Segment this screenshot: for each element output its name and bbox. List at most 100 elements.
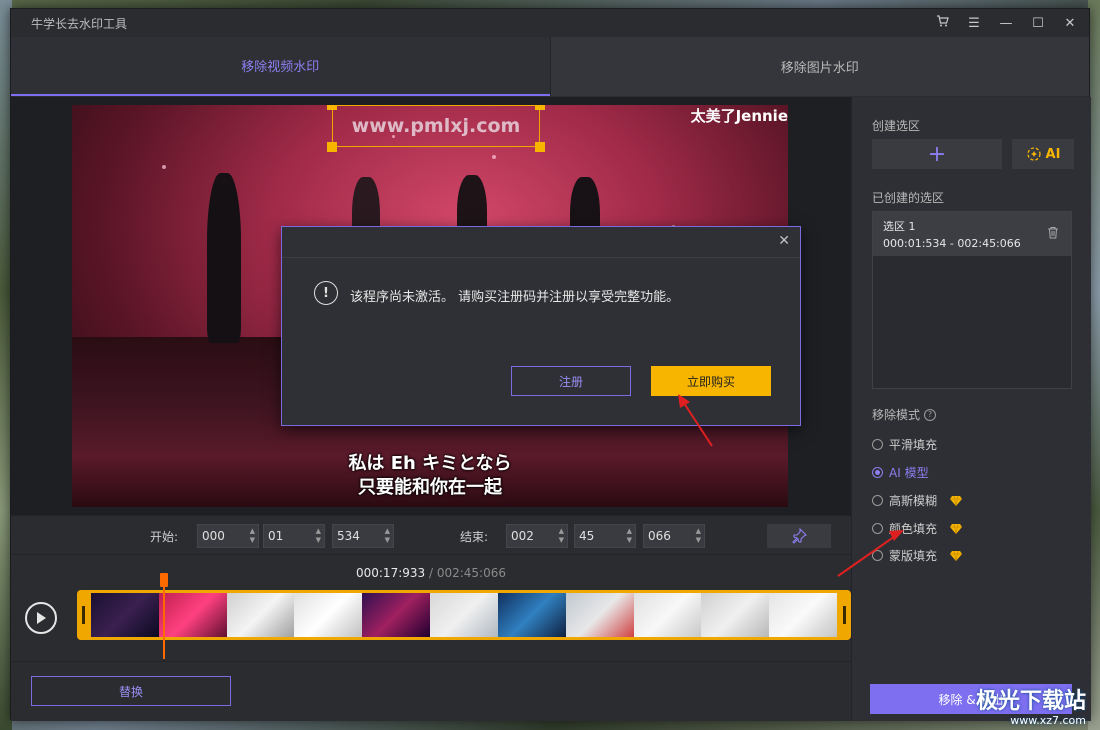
removal-mode-title: 移除模式 ? xyxy=(872,406,937,423)
dialog-message: 该程序尚未激活。 请购买注册码并注册以享受完整功能。 xyxy=(350,290,680,305)
pin-button[interactable] xyxy=(767,524,831,548)
close-icon[interactable]: ✕ xyxy=(1063,16,1077,31)
resize-handle[interactable] xyxy=(535,142,545,152)
total-time: 002:45:066 xyxy=(436,566,506,580)
end-hours-stepper[interactable]: 002 ▲ ▼ xyxy=(506,524,568,548)
pin-icon xyxy=(792,528,807,544)
exclamation-icon: ! xyxy=(314,281,338,305)
mode-option-ai-model[interactable]: AI 模型 xyxy=(872,464,929,481)
tab-image-watermark[interactable]: 移除图片水印 xyxy=(549,37,1089,96)
radio-icon xyxy=(872,550,883,561)
light-spot xyxy=(492,155,496,159)
start-seconds-stepper[interactable]: 01 ▲ ▼ xyxy=(263,524,325,548)
end-hours-value: 002 xyxy=(511,529,534,543)
start-seconds-value: 01 xyxy=(268,529,284,543)
trash-icon[interactable] xyxy=(1047,226,1059,242)
filmstrip-frames xyxy=(91,593,837,637)
mode-option-mask-fill[interactable]: 蒙版填充 xyxy=(872,547,963,564)
resize-handle[interactable] xyxy=(327,142,337,152)
mode-label: AI 模型 xyxy=(889,466,929,480)
radio-icon xyxy=(872,439,883,450)
dialog-close-icon[interactable]: ✕ xyxy=(778,233,790,249)
mode-option-gaussian-blur[interactable]: 高斯模糊 xyxy=(872,492,963,509)
radio-icon xyxy=(872,523,883,534)
minimize-icon[interactable]: — xyxy=(999,16,1013,31)
watermark-selection-box[interactable]: www.pmlxj.com xyxy=(332,105,540,147)
site-watermark-logo: 极光下载站 www.xz7.com xyxy=(976,691,1086,727)
resize-handle[interactable] xyxy=(535,105,545,110)
thumbnail-frame xyxy=(769,593,837,637)
light-spot xyxy=(162,165,166,169)
start-millis-value: 534 xyxy=(337,529,360,543)
current-time: 000:17:933 xyxy=(355,566,426,580)
end-millis-value: 066 xyxy=(648,529,671,543)
thumbnail-frame xyxy=(633,593,702,637)
mode-option-color-fill[interactable]: 颜色填充 xyxy=(872,520,963,537)
time-separator: / xyxy=(425,566,437,580)
thumbnail-frame xyxy=(91,593,159,637)
register-button[interactable]: 注册 xyxy=(511,366,631,396)
mode-label: 高斯模糊 xyxy=(889,494,938,508)
create-region-label: 创建选区 xyxy=(872,119,921,133)
thumbnail-frame xyxy=(565,593,634,637)
stepper-arrows-icon[interactable]: ▲ ▼ xyxy=(316,527,321,545)
time-readout: 000:17:933 / 002:45:066 xyxy=(11,566,851,580)
title-bar: 牛学长去水印工具 ☰ — ☐ ✕ xyxy=(11,9,1089,37)
dialog-divider xyxy=(282,257,800,258)
resize-handle[interactable] xyxy=(327,105,337,110)
region-name: 选区 1 xyxy=(883,220,916,233)
playhead-handle[interactable] xyxy=(160,573,168,587)
site-watermark-url: www.xz7.com xyxy=(1010,714,1086,727)
region-item[interactable]: 选区 1 000:01:534 - 002:45:066 xyxy=(873,212,1071,256)
mode-option-smooth-fill[interactable]: 平滑填充 xyxy=(872,436,937,453)
timeline: 000:17:933 / 002:45:066 xyxy=(11,556,851,661)
stepper-arrows-icon[interactable]: ▲ ▼ xyxy=(627,527,632,545)
performer-figure xyxy=(207,173,241,343)
start-millis-stepper[interactable]: 534 ▲ ▼ xyxy=(332,524,394,548)
start-hours-stepper[interactable]: 000 ▲ ▼ xyxy=(197,524,259,548)
bottom-bar: 替换 xyxy=(11,661,851,721)
menu-icon[interactable]: ☰ xyxy=(967,16,981,31)
thumbnail-frame xyxy=(158,593,227,637)
play-icon xyxy=(37,612,46,624)
help-icon[interactable]: ? xyxy=(924,408,937,421)
window-controls: ☰ — ☐ ✕ xyxy=(935,15,1077,31)
premium-diamond-icon xyxy=(950,550,963,561)
thumbnail-frame xyxy=(497,593,566,637)
trim-handle-right[interactable] xyxy=(843,606,846,624)
add-region-button[interactable]: + xyxy=(872,139,1002,169)
mode-label: 蒙版填充 xyxy=(889,549,938,563)
trim-handle-left[interactable] xyxy=(82,606,85,624)
filmstrip[interactable] xyxy=(77,590,851,640)
thumbnail-frame xyxy=(294,593,363,637)
mode-tabs: 移除视频水印 移除图片水印 xyxy=(11,37,1089,96)
start-label: 开始: xyxy=(150,530,179,544)
stepper-arrows-icon[interactable]: ▲ ▼ xyxy=(385,527,390,545)
end-millis-stepper[interactable]: 066 ▲ ▼ xyxy=(643,524,705,548)
buy-now-button[interactable]: 立即购买 xyxy=(651,366,771,396)
app-title: 牛学长去水印工具 xyxy=(31,16,128,31)
ai-detect-button[interactable]: AI xyxy=(1012,139,1074,169)
video-subtitle-line1: 私は Eh キミとなら xyxy=(348,453,512,474)
radio-icon xyxy=(872,495,883,506)
cart-icon[interactable] xyxy=(935,15,949,31)
stepper-arrows-icon[interactable]: ▲ ▼ xyxy=(250,527,255,545)
thumbnail-frame xyxy=(701,593,770,637)
app-window: 牛学长去水印工具 ☰ — ☐ ✕ 移除视频水印 移除图片水印 www.pmlxj… xyxy=(10,8,1091,721)
stepper-arrows-icon[interactable]: ▲ ▼ xyxy=(696,527,701,545)
start-hours-value: 000 xyxy=(202,529,225,543)
stepper-arrows-icon[interactable]: ▲ ▼ xyxy=(559,527,564,545)
thumbnail-frame xyxy=(362,593,431,637)
mode-label: 颜色填充 xyxy=(889,522,938,536)
play-button[interactable] xyxy=(25,602,57,634)
activation-dialog: ✕ ! 该程序尚未激活。 请购买注册码并注册以享受完整功能。 注册 立即购买 xyxy=(281,226,801,426)
replace-button[interactable]: 替换 xyxy=(31,676,231,706)
created-regions-label: 已创建的选区 xyxy=(872,191,945,205)
end-seconds-stepper[interactable]: 45 ▲ ▼ xyxy=(574,524,636,548)
thumbnail-frame xyxy=(226,593,295,637)
maximize-icon[interactable]: ☐ xyxy=(1031,16,1045,31)
ai-label: AI xyxy=(1045,146,1061,162)
video-subtitle-line2: 只要能和你在一起 xyxy=(358,477,502,498)
thumbnail-frame xyxy=(430,593,498,637)
tab-video-watermark[interactable]: 移除视频水印 xyxy=(11,37,550,96)
